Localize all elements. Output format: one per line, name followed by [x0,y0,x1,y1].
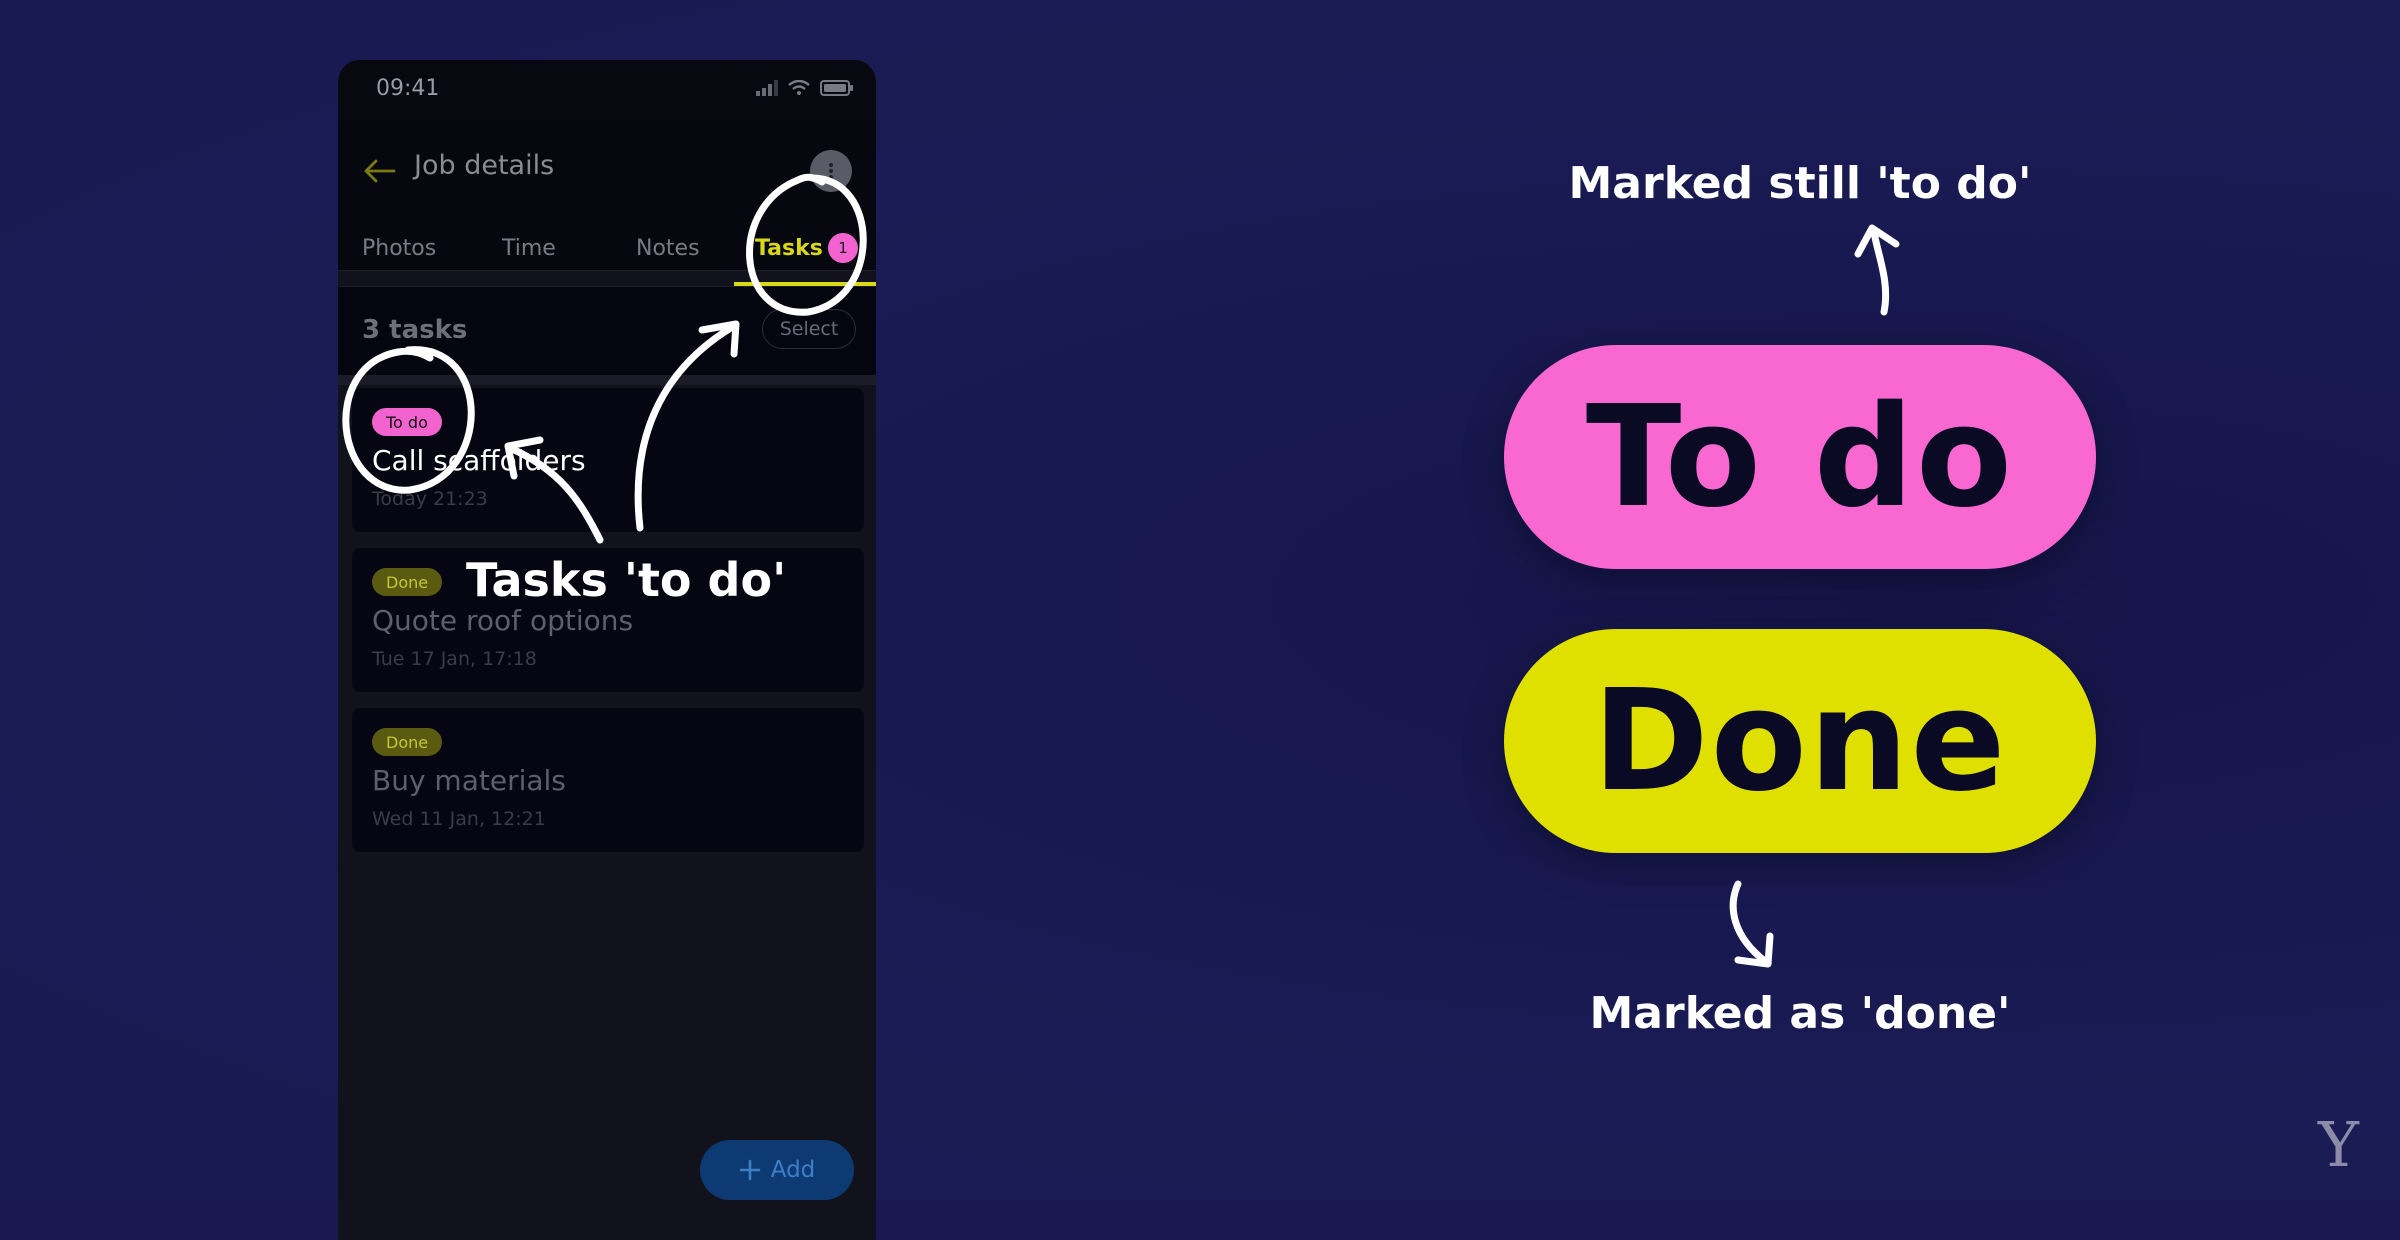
done-legend-pill: Done [1504,629,2096,853]
arrow-down-caption [1729,880,1770,966]
todo-caption: Marked still 'to do' [1568,158,2032,209]
todo-legend-pill: To do [1504,345,2096,569]
todo-badge-highlight-circle [342,346,475,494]
arrow-to-task [506,444,604,544]
brand-logo: Y [2318,1108,2359,1181]
done-caption: Marked as 'done' [1589,988,2011,1039]
arrow-to-tasks-tab [634,322,738,532]
tasks-todo-callout: Tasks 'to do' [466,553,787,607]
arrow-up-caption [1870,228,1890,316]
tasks-tab-highlight-circle [746,173,867,316]
